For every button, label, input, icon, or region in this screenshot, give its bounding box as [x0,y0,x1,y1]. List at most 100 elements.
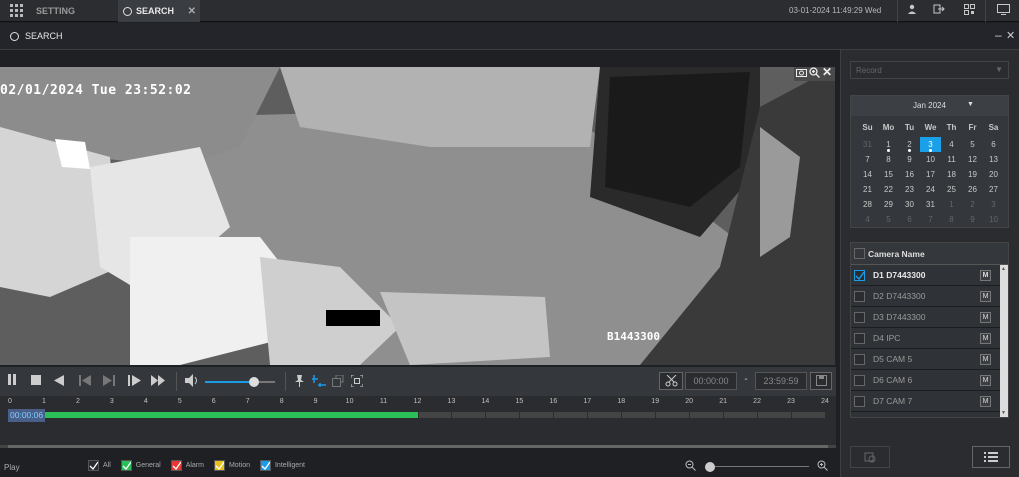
legend-item[interactable]: General [120,460,161,471]
legend-item[interactable]: Intelligent [259,460,305,471]
calendar-day[interactable]: 3 [920,137,941,152]
pause-icon[interactable] [6,374,18,389]
calendar-day[interactable]: 17 [920,167,941,182]
calendar-day[interactable]: 10 [920,152,941,167]
camera-row[interactable]: D3 D7443300 M [851,307,1001,328]
select-all-cameras-checkbox[interactable] [854,248,865,259]
next-frame-icon[interactable] [102,375,116,390]
calendar-day[interactable]: 29 [878,197,899,212]
calendar-day[interactable]: 1 [941,197,962,212]
calendar-day[interactable]: 26 [962,182,983,197]
calendar-day[interactable]: 2 [962,197,983,212]
calendar-day[interactable]: 4 [857,212,878,227]
volume-slider-knob[interactable] [249,377,259,387]
tab-setting[interactable]: SETTING [28,0,116,22]
camera-row[interactable]: D5 CAM 5 M [851,349,1001,370]
calendar-month[interactable]: Jan 2024 [913,101,946,110]
fullscreen-icon[interactable] [350,374,363,391]
calendar-day[interactable]: 9 [899,152,920,167]
qr-code-icon[interactable] [962,4,976,19]
calendar-day[interactable]: 21 [857,182,878,197]
calendar-day[interactable]: 2 [899,137,920,152]
zoom-slider-knob[interactable] [705,462,715,472]
main-menu-icon[interactable] [10,4,23,17]
save-clip-icon[interactable] [810,372,832,390]
fast-play-icon[interactable] [150,375,166,390]
calendar-day[interactable]: 20 [983,167,1004,182]
camera-list-scrollbar[interactable]: ▲ ▼ [1000,265,1008,417]
camera-row[interactable]: D6 CAM 6 M [851,370,1001,391]
legend-checkbox[interactable] [213,460,225,471]
list-view-button[interactable] [972,446,1010,468]
zoom-icon[interactable] [808,67,820,82]
calendar-day[interactable]: 11 [941,152,962,167]
camera-checkbox[interactable] [854,311,865,323]
snapshot-icon[interactable] [795,67,807,81]
close-tab-icon[interactable]: ✕ [188,6,196,17]
main-stream-button[interactable]: M [980,332,991,344]
calendar-day[interactable]: 31 [857,137,878,152]
logout-icon[interactable] [930,4,950,18]
calendar-day[interactable]: 1 [878,137,899,152]
calendar-day[interactable]: 7 [857,152,878,167]
record-type-select[interactable]: Record ▼ [850,61,1009,79]
display-icon[interactable] [995,4,1011,19]
camera-row[interactable]: D1 D7443300 M [851,265,1001,286]
legend-checkbox[interactable] [170,460,182,471]
clip-icon[interactable] [331,374,344,391]
calendar-day[interactable]: 7 [920,212,941,227]
camera-checkbox[interactable] [854,332,865,344]
calendar-day[interactable]: 13 [983,152,1004,167]
calendar-day[interactable]: 6 [983,137,1004,152]
main-stream-button[interactable]: M [980,374,991,386]
calendar-day[interactable]: 22 [878,182,899,197]
month-dropdown-icon[interactable]: ▼ [967,101,974,108]
camera-checkbox[interactable] [854,395,865,407]
calendar-day[interactable]: 14 [857,167,878,182]
legend-item[interactable]: Motion [213,460,250,471]
smart-search-button[interactable] [850,446,890,468]
zoom-slider[interactable] [705,462,809,472]
calendar-day[interactable]: 23 [899,182,920,197]
user-icon[interactable] [905,4,919,18]
calendar-day[interactable]: 8 [878,152,899,167]
calendar-day[interactable]: 8 [941,212,962,227]
legend-checkbox[interactable] [88,460,99,471]
pin-icon[interactable] [293,375,306,391]
video-playback[interactable]: 02/01/2024 Tue 23:52:02 B1443300 ✕ [0,67,835,365]
zoom-in-icon[interactable] [816,460,828,475]
calendar-day[interactable]: 15 [878,167,899,182]
calendar-day[interactable]: 12 [962,152,983,167]
main-stream-button[interactable]: M [980,269,991,281]
main-stream-button[interactable]: M [980,395,991,407]
camera-row[interactable]: D4 IPC M [851,328,1001,349]
legend-item[interactable]: All [88,460,111,471]
timeline-scrollbar[interactable] [0,445,836,448]
camera-checkbox[interactable] [854,269,865,281]
main-stream-button[interactable]: M [980,353,991,365]
slow-play-icon[interactable] [127,375,141,390]
volume-slider[interactable] [205,377,275,387]
calendar-day[interactable]: 3 [983,197,1004,212]
calendar-day[interactable]: 24 [920,182,941,197]
start-time-field[interactable]: 00:00:00 [685,372,737,390]
calendar-day[interactable]: 28 [857,197,878,212]
timeline[interactable]: 0 1 2 3 4 5 6 7 8 9 10 11 12 13 14 15 16 17 18 19 20 21 22 23 24… [0,396,836,448]
calendar-day[interactable]: 4 [941,137,962,152]
close-window-button[interactable]: ✕ [1006,29,1015,42]
end-time-field[interactable]: 23:59:59 [755,372,807,390]
zoom-out-icon[interactable] [684,460,696,475]
camera-row[interactable]: D2 D7443300 M [851,286,1001,307]
calendar-day[interactable]: 5 [878,212,899,227]
legend-checkbox[interactable] [120,460,132,471]
calendar-day[interactable]: 30 [899,197,920,212]
camera-checkbox[interactable] [854,353,865,365]
calendar-day[interactable]: 5 [962,137,983,152]
calendar-day[interactable]: 9 [962,212,983,227]
minimize-button[interactable]: – [995,28,1002,42]
calendar-day[interactable]: 10 [983,212,1004,227]
camera-checkbox[interactable] [854,374,865,386]
reverse-play-icon[interactable] [53,375,65,390]
calendar-day[interactable]: 25 [941,182,962,197]
legend-checkbox[interactable] [259,460,271,471]
